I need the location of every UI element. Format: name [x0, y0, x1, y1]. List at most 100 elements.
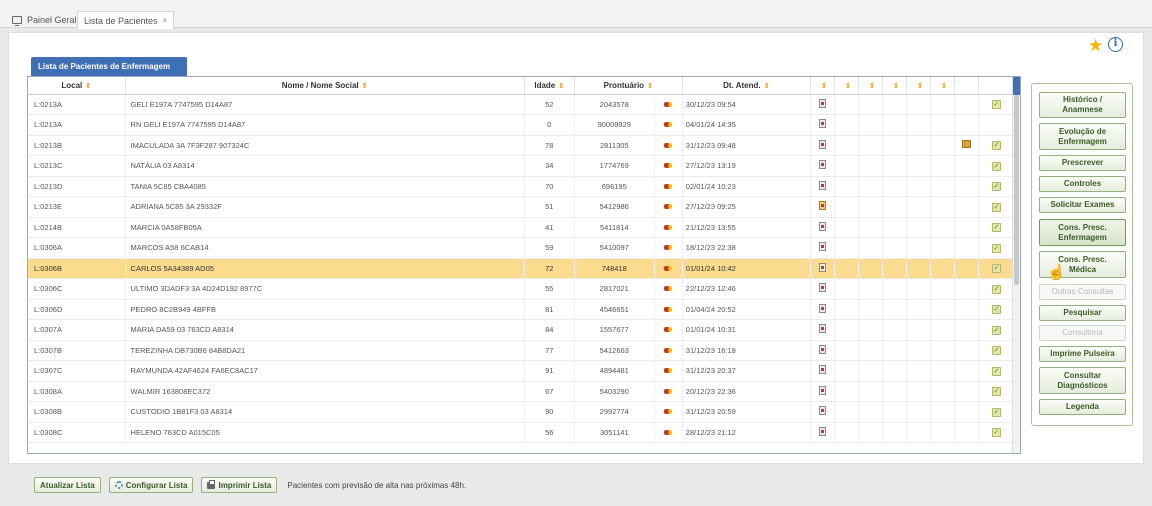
medication-icon[interactable] — [664, 122, 673, 128]
medication-icon[interactable] — [664, 286, 673, 292]
side-button-controles[interactable]: Controles — [1039, 176, 1126, 192]
medication-icon[interactable] — [664, 306, 673, 312]
table-row[interactable]: L:0213C NATÁLIA 03 A8314 34 1774769 27/12/23… — [28, 155, 1016, 177]
checklist-icon[interactable]: ✓ — [991, 100, 1001, 110]
side-button-consultar-diagnosticos[interactable]: Consultar Diagnósticos — [1039, 367, 1126, 394]
cell-doc — [810, 114, 835, 136]
side-button-imprime-pulseira[interactable]: Imprime Pulseira — [1039, 346, 1126, 362]
document-icon[interactable] — [818, 283, 826, 293]
table-row[interactable]: L:0306A MARCOS A58 6CAB14 59 5410097 18/12/2… — [28, 237, 1016, 259]
table-row[interactable]: L:0308B CUSTODIO 1B81F3 03 A8314 90 2992774… — [28, 401, 1016, 423]
vertical-scrollbar[interactable] — [1012, 77, 1020, 453]
medication-icon[interactable] — [664, 142, 673, 148]
document-icon[interactable] — [818, 119, 826, 129]
document-icon[interactable] — [818, 160, 826, 170]
col-icon-4[interactable]: ⇕ — [882, 77, 907, 95]
document-icon[interactable] — [818, 324, 826, 334]
cell-empty — [906, 94, 931, 115]
checklist-icon[interactable]: ✓ — [991, 243, 1001, 253]
checklist-icon[interactable]: ✓ — [991, 264, 1001, 274]
table-row[interactable]: L:0308A WALMIR 163808EC372 67 5403290 20/12/… — [28, 381, 1016, 402]
table-row[interactable]: L:0214B MARCIA 0A58FB05A 41 5411814 21/12/23… — [28, 217, 1016, 238]
table-row[interactable]: L:0306C ULTIMO 3DADF3 3A 4D24D192 8977C 55… — [28, 278, 1016, 300]
star-icon[interactable]: ★ — [1088, 36, 1103, 56]
table-row[interactable]: L:0306B CARLOS 5A34389 AD05 72 748418 01/01/… — [28, 258, 1016, 279]
document-icon[interactable] — [818, 385, 826, 395]
document-icon[interactable] — [818, 262, 826, 272]
col-icon-1[interactable]: ⇕ — [810, 77, 835, 95]
checklist-icon[interactable]: ✓ — [991, 182, 1001, 192]
medication-icon[interactable] — [664, 265, 673, 271]
document-icon[interactable] — [818, 303, 826, 313]
document-icon[interactable] — [818, 98, 826, 108]
medication-icon[interactable] — [664, 388, 673, 394]
configure-list-button[interactable]: Configurar Lista — [108, 477, 194, 493]
refresh-list-button[interactable]: Atualizar Lista — [34, 477, 101, 493]
medication-icon[interactable] — [664, 183, 673, 189]
table-row[interactable]: L:0308C HELENO 763CD A015C05 56 3051141 28/1… — [28, 422, 1016, 443]
checklist-icon[interactable]: ✓ — [991, 407, 1001, 417]
checklist-icon[interactable]: ✓ — [991, 325, 1001, 335]
scrollbar-thumb[interactable] — [1014, 95, 1019, 285]
side-button-historico-anamnese[interactable]: Histórico / Anamnese — [1039, 92, 1126, 118]
table-row[interactable]: L:0213A GELI E197A 7747595 D14A87 52 204357… — [28, 94, 1016, 115]
col-icon-2[interactable]: ⇕ — [834, 77, 859, 95]
medication-icon[interactable] — [664, 163, 673, 169]
medication-icon[interactable] — [664, 101, 673, 107]
table-row[interactable]: L:0307C RAYMUNDA 42AF4624 FA6EC8AC17 91 489… — [28, 360, 1016, 382]
checklist-icon[interactable]: ✓ — [991, 223, 1001, 233]
checklist-icon[interactable]: ✓ — [991, 161, 1001, 171]
medication-icon[interactable] — [664, 368, 673, 374]
side-button-legenda[interactable]: Legenda — [1039, 399, 1126, 415]
col-local[interactable]: Local ⇕ — [28, 77, 126, 95]
side-button-prescrever[interactable]: Prescrever — [1039, 155, 1126, 171]
medication-icon[interactable] — [664, 409, 673, 415]
print-list-button[interactable]: Imprimir Lista — [201, 477, 278, 493]
col-pront[interactable]: Prontuário ⇕ — [574, 77, 683, 95]
col-icon-6[interactable]: ⇕ — [930, 77, 955, 95]
close-icon[interactable]: × — [163, 16, 168, 25]
side-button-cons-presc-enfermagem[interactable]: Cons. Presc. Enfermagem — [1039, 219, 1126, 246]
col-icon-5[interactable]: ⇕ — [906, 77, 931, 95]
checklist-icon[interactable]: ✓ — [991, 428, 1001, 438]
tab-lista-pacientes[interactable]: Lista de Pacientes × — [77, 11, 175, 29]
checklist-icon[interactable]: ✓ — [991, 305, 1001, 315]
col-name[interactable]: Nome / Nome Social ⇕ — [125, 77, 525, 95]
document-icon[interactable] — [818, 365, 826, 375]
table-row[interactable]: L:0307B TEREZINHA DB730B6 84B8DA21 77 54126… — [28, 340, 1016, 361]
medication-icon[interactable] — [664, 204, 673, 210]
medication-icon[interactable] — [664, 245, 673, 251]
medication-icon[interactable] — [664, 327, 673, 333]
checklist-icon[interactable]: ✓ — [991, 387, 1001, 397]
table-row[interactable]: L:0213A RN GELI E197A 7747595 D14A87 0 9000… — [28, 114, 1016, 136]
document-icon[interactable] — [818, 426, 826, 436]
document-icon[interactable] — [818, 180, 826, 190]
checklist-icon[interactable]: ✓ — [991, 141, 1001, 151]
checklist-icon[interactable]: ✓ — [991, 346, 1001, 356]
table-row[interactable]: L:0306D PEDRO 8C2B949 4BFFB 81 4546651 01/04… — [28, 299, 1016, 320]
document-icon[interactable] — [818, 344, 826, 354]
side-button-solicitar-exames[interactable]: Solicitar Exames — [1039, 197, 1126, 213]
side-button-pesquisar[interactable]: Pesquisar — [1039, 305, 1126, 321]
table-row[interactable]: L:0213D TANIA 5C85 CBA4085 70 696195 02/01/2… — [28, 176, 1016, 197]
document-icon[interactable] — [818, 221, 826, 231]
col-age[interactable]: Idade ⇕ — [524, 77, 575, 95]
table-row[interactable]: L:0213B IMACULADA 3A 7F3F287 907324C 78 281… — [28, 135, 1016, 156]
document-icon[interactable] — [818, 242, 826, 252]
document-icon[interactable] — [818, 139, 826, 149]
info-icon[interactable]: i — [1108, 37, 1123, 52]
bed-icon[interactable] — [961, 140, 971, 149]
medication-icon[interactable] — [664, 429, 673, 435]
col-date[interactable]: Dt. Atend. ⇕ — [682, 77, 811, 95]
document-icon[interactable] — [818, 201, 826, 211]
checklist-icon[interactable]: ✓ — [991, 284, 1001, 294]
col-icon-3[interactable]: ⇕ — [858, 77, 883, 95]
medication-icon[interactable] — [664, 347, 673, 353]
document-icon[interactable] — [818, 406, 826, 416]
checklist-icon[interactable]: ✓ — [991, 366, 1001, 376]
table-row[interactable]: L:0307A MARIA DA59 03 763CD A8314 84 155767… — [28, 319, 1016, 341]
medication-icon[interactable] — [664, 224, 673, 230]
side-button-evolucao-de-enfermagem[interactable]: Evolução de Enfermagem — [1039, 123, 1126, 150]
checklist-icon[interactable]: ✓ — [991, 202, 1001, 212]
table-row[interactable]: L:0213E ADRIANA 5C85 3A 29332F 51 5412986 27… — [28, 196, 1016, 218]
